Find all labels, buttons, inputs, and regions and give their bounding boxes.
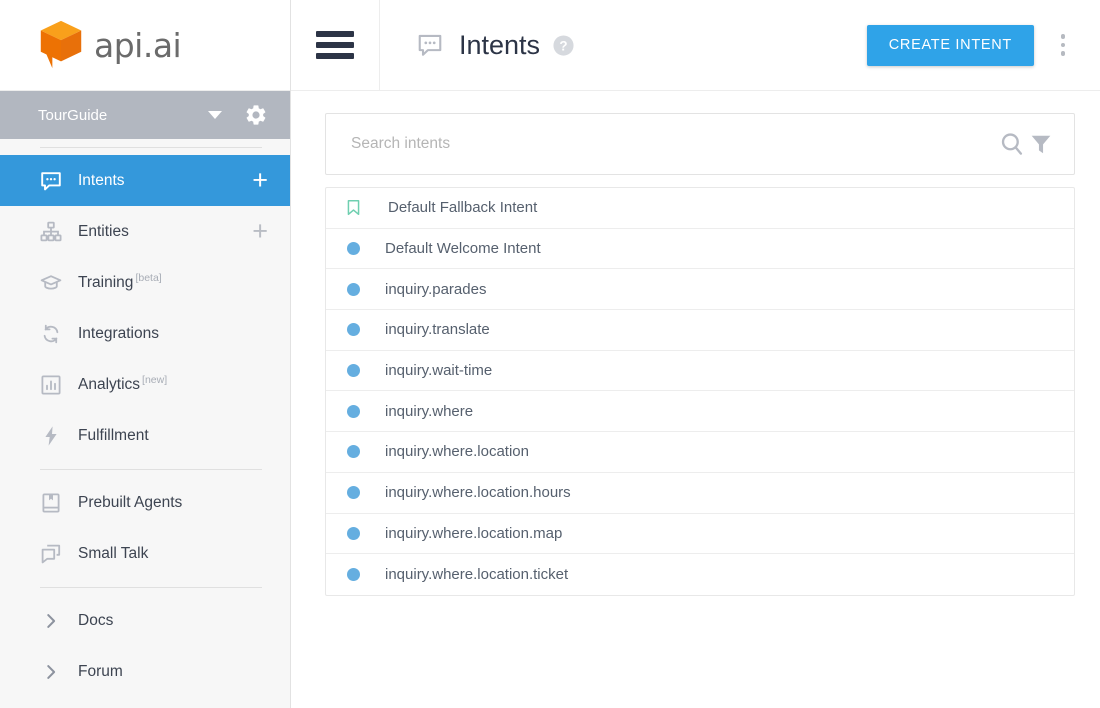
intent-name: inquiry.translate [385, 321, 490, 339]
sidebar-item-small-talk[interactable]: Small Talk [0, 528, 290, 579]
page-title: Intents [459, 29, 541, 60]
more-vertical-icon[interactable] [1048, 32, 1078, 58]
intent-list: Default Fallback Intent Default Welcome … [325, 187, 1075, 596]
sidebar-item-label: Forum [78, 662, 123, 680]
sidebar-item-forum[interactable]: Forum [0, 646, 290, 697]
sidebar-item-training[interactable]: Training [beta] [0, 257, 290, 308]
hamburger-menu-icon [316, 26, 354, 64]
sidebar: api.ai TourGuide Intents + Entities + Tr… [0, 0, 291, 708]
chat-bubble-icon [38, 168, 64, 194]
help-circle-icon[interactable]: ? [552, 34, 575, 57]
sidebar-item-fulfillment[interactable]: Fulfillment [0, 410, 290, 461]
topbar-actions: CREATE INTENT [866, 24, 1100, 66]
app-root: api.ai TourGuide Intents + Entities + Tr… [0, 0, 1100, 708]
table-row[interactable]: Default Fallback Intent [326, 188, 1074, 229]
search-actions [998, 130, 1054, 158]
intent-name: inquiry.wait-time [385, 362, 493, 380]
table-row[interactable]: inquiry.where.location.ticket [326, 554, 1074, 595]
intent-name: inquiry.where.location.ticket [385, 566, 569, 584]
sidebar-item-label: Docs [78, 611, 114, 629]
sidebar-item-label: Analytics [new] [78, 374, 168, 394]
svg-text:?: ? [559, 38, 567, 53]
page-title-group: Intents ? [380, 30, 575, 61]
sync-arrows-icon [38, 321, 64, 347]
table-row[interactable]: inquiry.where.location.map [326, 514, 1074, 555]
bar-chart-icon [38, 372, 64, 398]
status-dot-icon [347, 404, 360, 418]
sidebar-item-label: Integrations [78, 324, 159, 342]
graduation-cap-icon [38, 270, 64, 296]
status-dot-icon [347, 323, 360, 337]
cube-speech-bubble-logo [40, 20, 82, 69]
sidebar-nav: Intents + Entities + Training [beta] Int… [0, 139, 290, 708]
table-row[interactable]: inquiry.translate [326, 310, 1074, 351]
brand-logo-area[interactable]: api.ai [0, 0, 290, 91]
chevron-right-icon [38, 659, 64, 685]
sidebar-item-integrations[interactable]: Integrations [0, 308, 290, 359]
funnel-filter-icon[interactable] [1028, 131, 1054, 157]
status-dot-icon [347, 486, 360, 500]
search-input[interactable] [351, 135, 998, 153]
table-row[interactable]: inquiry.where.location.hours [326, 473, 1074, 514]
hierarchy-icon [38, 219, 64, 245]
sidebar-item-label: Entities [78, 222, 129, 240]
nav-divider-bottom [40, 587, 262, 588]
new-badge: [new] [142, 374, 168, 387]
intent-name: inquiry.where [385, 402, 474, 420]
create-intent-button[interactable]: CREATE INTENT [866, 24, 1034, 66]
status-dot-icon [347, 526, 360, 540]
intent-name: Default Welcome Intent [385, 240, 541, 258]
sidebar-item-label: Intents [78, 171, 125, 189]
nav-divider-middle [40, 469, 262, 470]
intent-name: Default Fallback Intent [388, 199, 538, 217]
topbar: Intents ? CREATE INTENT [291, 0, 1100, 91]
agent-selector[interactable]: TourGuide [0, 91, 290, 139]
brand-name: api.ai [94, 25, 182, 65]
status-dot-icon [347, 568, 360, 582]
sidebar-item-label: Fulfillment [78, 426, 149, 444]
table-row[interactable]: inquiry.where.location [326, 432, 1074, 473]
bookmark-icon [344, 198, 363, 217]
sidebar-item-label: Training [beta] [78, 272, 162, 292]
book-bookmark-icon [38, 490, 64, 516]
search-bar[interactable] [325, 113, 1075, 175]
sidebar-item-label: Small Talk [78, 544, 149, 562]
chat-bubble-icon [418, 34, 442, 56]
magnifier-icon[interactable] [998, 130, 1026, 158]
chevron-down-icon[interactable] [208, 111, 222, 119]
status-dot-icon [347, 282, 360, 296]
chevron-right-icon [38, 608, 64, 634]
sidebar-item-analytics[interactable]: Analytics [new] [0, 359, 290, 410]
intent-name: inquiry.parades [385, 280, 487, 298]
content-area: Default Fallback Intent Default Welcome … [291, 91, 1100, 708]
table-row[interactable]: inquiry.parades [326, 269, 1074, 311]
intent-name: inquiry.where.location.map [385, 524, 563, 542]
nav-divider-top [40, 147, 262, 148]
chat-windows-icon [38, 541, 64, 567]
sidebar-item-intents[interactable]: Intents + [0, 155, 290, 206]
status-dot-icon [347, 242, 360, 256]
beta-badge: [beta] [135, 272, 162, 285]
gear-icon[interactable] [244, 103, 268, 127]
sidebar-item-label: Prebuilt Agents [78, 493, 183, 511]
table-row[interactable]: inquiry.wait-time [326, 351, 1074, 392]
table-row[interactable]: inquiry.where [326, 391, 1074, 433]
sidebar-item-entities[interactable]: Entities + [0, 206, 290, 257]
add-entity-button[interactable]: + [252, 218, 268, 245]
table-row[interactable]: Default Welcome Intent [326, 229, 1074, 270]
main-area: Intents ? CREATE INTENT Search intents D… [291, 0, 1100, 708]
agent-name: TourGuide [38, 106, 108, 124]
status-dot-icon [347, 364, 360, 378]
add-intent-button[interactable]: + [252, 167, 268, 194]
status-dot-icon [347, 445, 360, 459]
lightning-bolt-icon [38, 423, 64, 449]
sidebar-item-docs[interactable]: Docs [0, 595, 290, 646]
hamburger-menu-button[interactable] [291, 0, 380, 91]
sidebar-item-prebuilt-agents[interactable]: Prebuilt Agents [0, 477, 290, 528]
intent-name: inquiry.where.location.hours [385, 484, 571, 502]
intent-name: inquiry.where.location [385, 443, 529, 461]
